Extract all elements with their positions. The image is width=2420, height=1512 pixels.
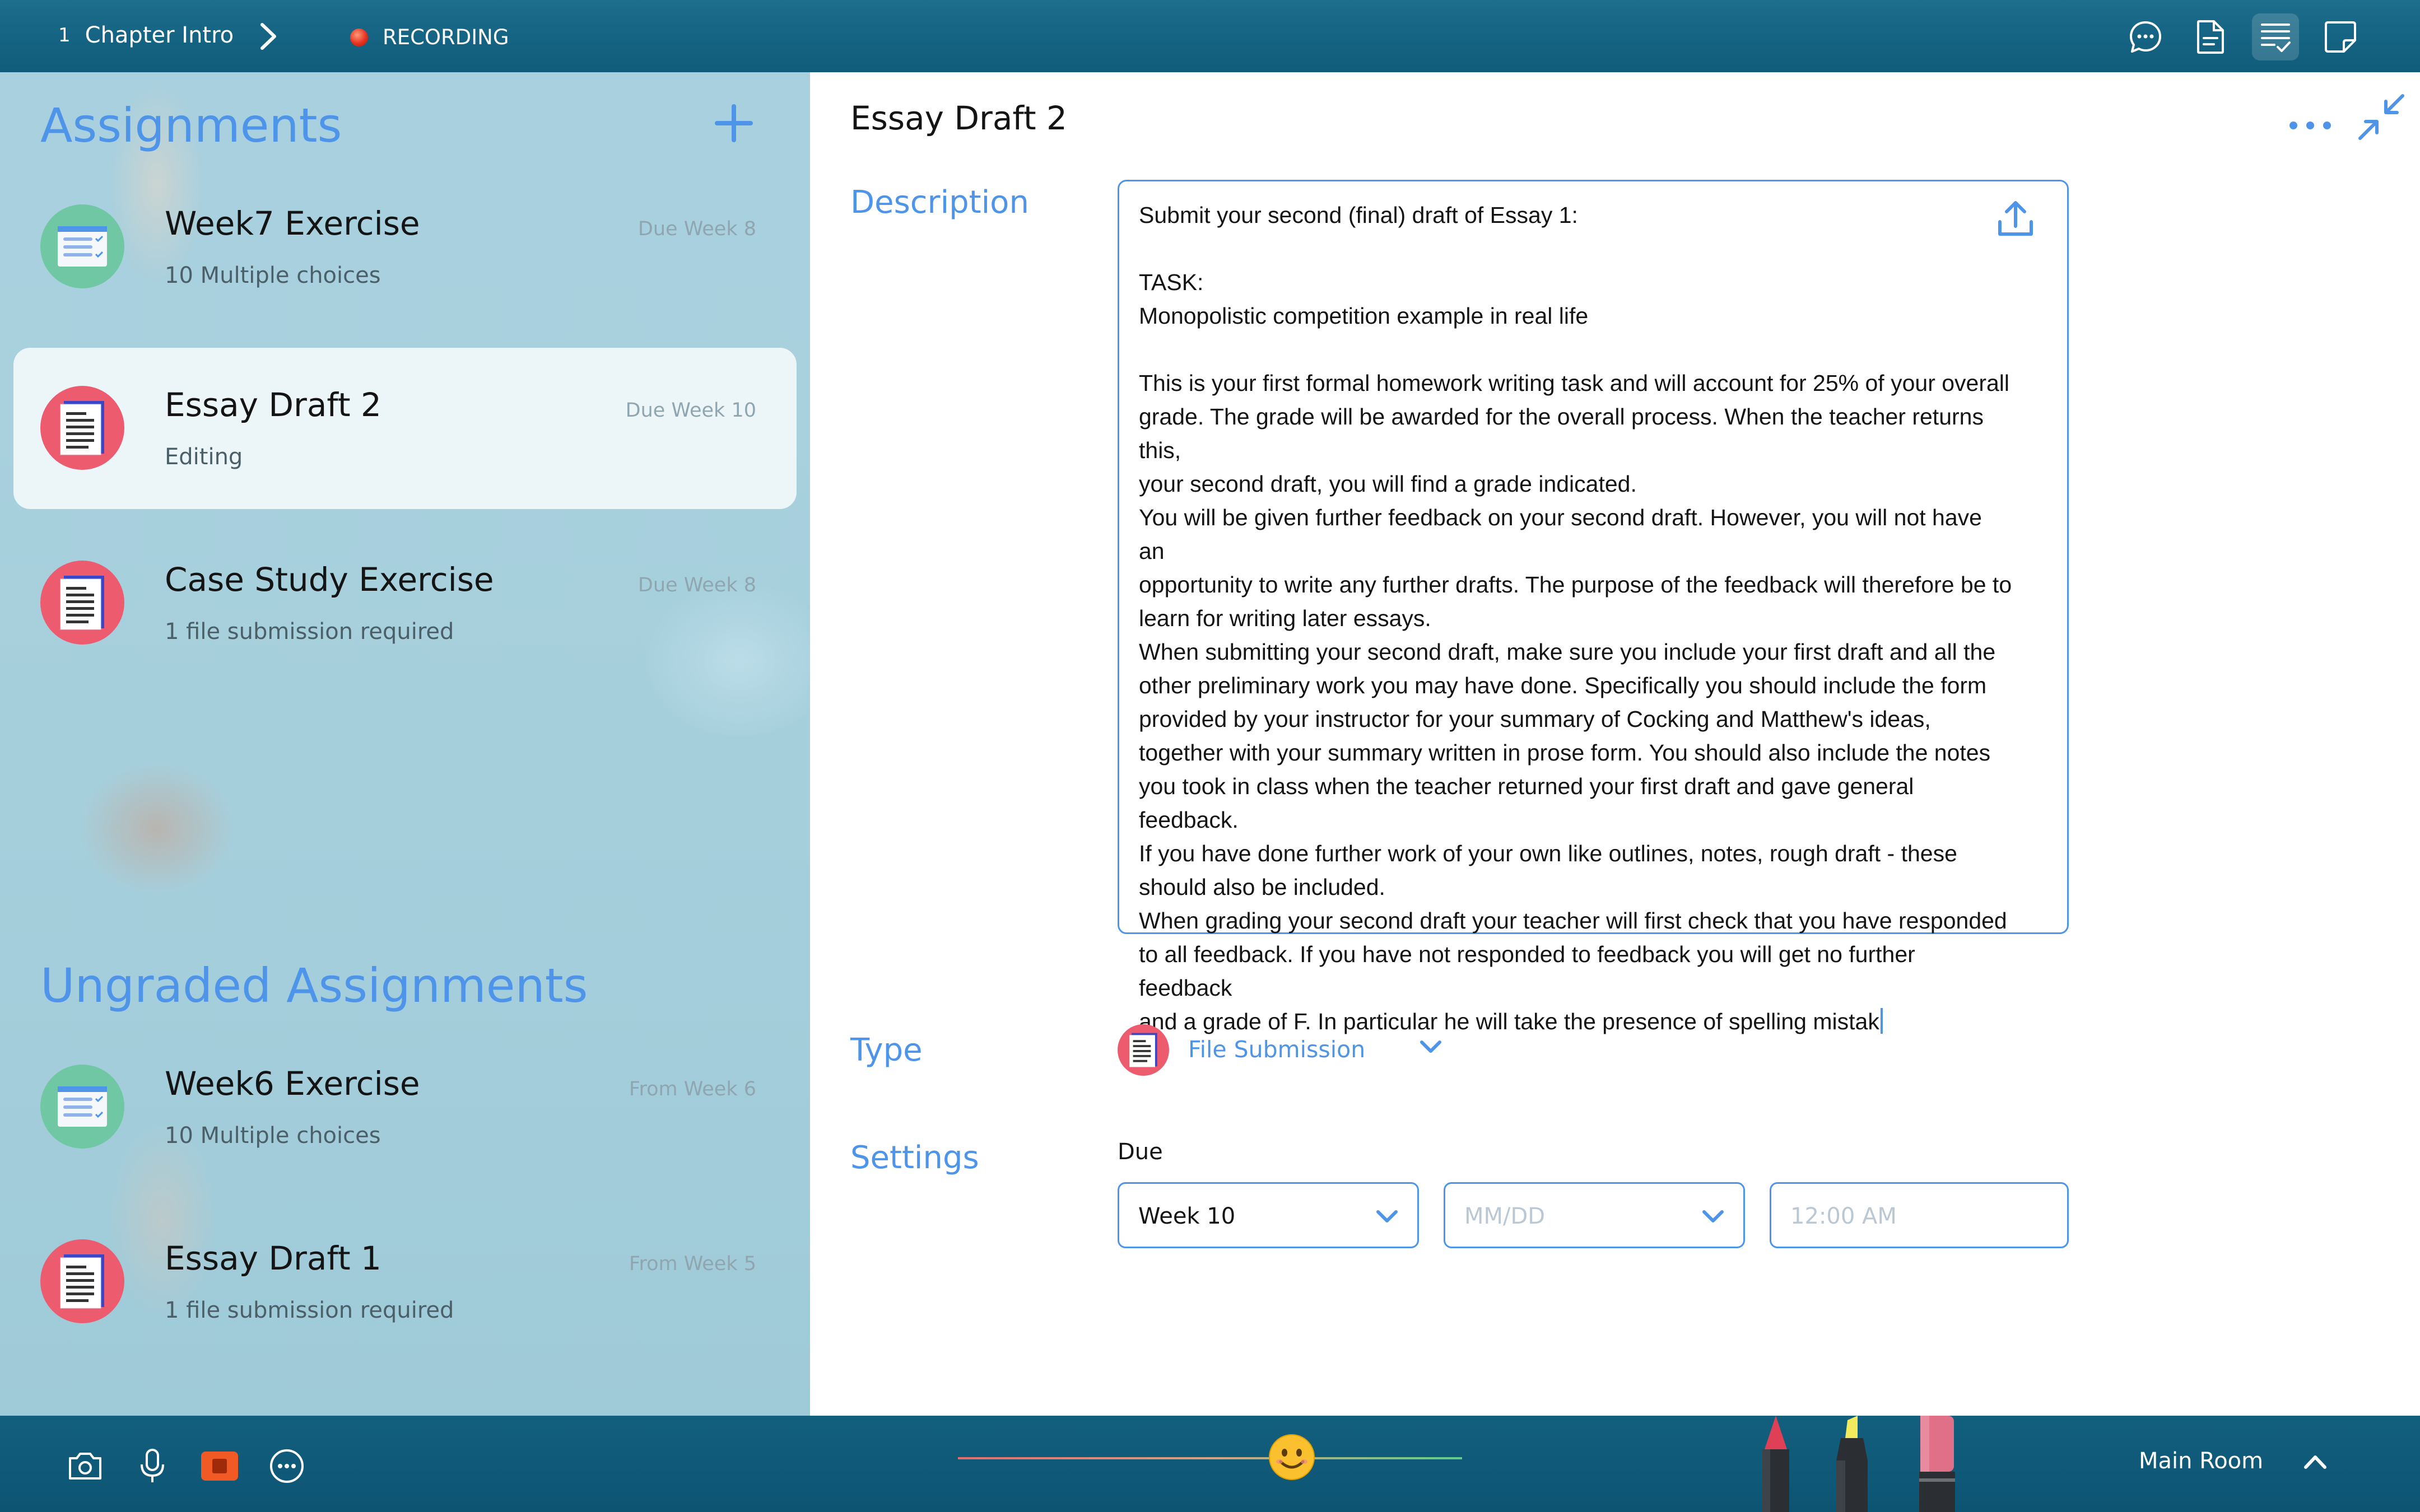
- assignment-title: Essay Draft 2: [165, 386, 381, 424]
- assignment-due: Due Week 8: [637, 574, 756, 596]
- description-textarea[interactable]: Submit your second (final) draft of Essa…: [1118, 180, 2069, 1034]
- assignment-due: Due Week 10: [625, 399, 756, 422]
- quiz-icon: [40, 1065, 124, 1149]
- page-title: Essay Draft 2: [850, 99, 1067, 137]
- drawing-tools: [1762, 1416, 1955, 1512]
- chapter-breadcrumb[interactable]: 1 Chapter Intro: [58, 22, 234, 48]
- text-cursor: [1880, 1008, 1883, 1034]
- file-icon: [40, 386, 124, 470]
- assignments-sidebar: Assignments Week7 Exercise 10 Multiple c…: [0, 72, 810, 1416]
- due-date-placeholder: MM/DD: [1464, 1203, 1546, 1229]
- recording-dot-icon: [350, 28, 368, 46]
- due-time-placeholder: 12:00 AM: [1790, 1203, 1897, 1229]
- assignment-title: Case Study Exercise: [165, 561, 494, 599]
- chapter-title: Chapter Intro: [85, 22, 234, 48]
- settings-label: Settings: [850, 1140, 979, 1176]
- file-icon: [40, 1239, 124, 1323]
- record-stop-icon[interactable]: [199, 1446, 240, 1486]
- due-label: Due: [1118, 1139, 1163, 1165]
- top-bar: 1 Chapter Intro RECORDING: [0, 0, 2420, 72]
- assignment-item[interactable]: Case Study Exercise 1 file submission re…: [13, 522, 797, 684]
- assignment-subtitle: Editing: [165, 444, 243, 470]
- camera-icon[interactable]: [65, 1446, 105, 1486]
- microphone-icon[interactable]: [132, 1446, 173, 1486]
- quiz-icon: [40, 204, 124, 288]
- add-assignment-button[interactable]: [711, 101, 756, 146]
- collapse-icon[interactable]: [2353, 89, 2409, 145]
- chat-icon[interactable]: [2122, 13, 2169, 60]
- due-week-value: Week 10: [1138, 1203, 1236, 1229]
- ungraded-item[interactable]: Essay Draft 1 1 file submission required…: [13, 1201, 797, 1362]
- yellow-highlighter-icon[interactable]: [1836, 1416, 1868, 1512]
- file-icon: [40, 561, 124, 645]
- type-label: Type: [850, 1032, 923, 1068]
- assignment-editor: Essay Draft 2 Description Submit your se…: [810, 72, 2420, 1416]
- chevron-down-icon: [1701, 1205, 1725, 1230]
- red-pen-icon[interactable]: [1762, 1416, 1789, 1512]
- type-select-value[interactable]: File Submission: [1188, 1036, 1365, 1063]
- pink-marker-icon[interactable]: [1919, 1416, 1955, 1512]
- assignment-title: Week7 Exercise: [165, 204, 420, 242]
- reaction-slider-track[interactable]: [958, 1457, 1462, 1459]
- assignments-heading: Assignments: [40, 98, 342, 153]
- ungraded-title: Essay Draft 1: [165, 1239, 381, 1277]
- ungraded-item[interactable]: Week6 Exercise 10 Multiple choices From …: [13, 1026, 797, 1188]
- chevron-up-icon[interactable]: [2301, 1450, 2329, 1475]
- chevron-down-icon[interactable]: [1418, 1035, 1443, 1060]
- ungraded-due: From Week 5: [629, 1253, 756, 1275]
- ungraded-subtitle: 10 Multiple choices: [165, 1123, 381, 1149]
- document-icon[interactable]: [2187, 13, 2234, 60]
- assignment-due: Due Week 8: [637, 218, 756, 240]
- smiley-icon[interactable]: [1267, 1432, 1316, 1482]
- description-content: Submit your second (final) draft of Essa…: [1139, 202, 2012, 1034]
- upload-icon[interactable]: [1993, 197, 2038, 242]
- recording-label: RECORDING: [383, 25, 509, 49]
- due-week-select[interactable]: Week 10: [1118, 1182, 1419, 1248]
- chevron-down-icon: [1375, 1205, 1399, 1230]
- bottom-bar: Main Room: [0, 1416, 2420, 1512]
- description-text[interactable]: Submit your second (final) draft of Essa…: [1139, 198, 2013, 1038]
- more-icon[interactable]: [267, 1446, 307, 1486]
- due-time-field[interactable]: 12:00 AM: [1770, 1182, 2069, 1248]
- more-options-icon[interactable]: [2283, 106, 2337, 145]
- top-toolbar: [2122, 13, 2364, 60]
- assignment-item-selected[interactable]: Essay Draft 2 Editing Due Week 10: [13, 348, 797, 509]
- description-label: Description: [850, 184, 1029, 221]
- ungraded-subtitle: 1 file submission required: [165, 1298, 454, 1323]
- recording-indicator: RECORDING: [350, 25, 509, 49]
- sticky-note-icon[interactable]: [2317, 13, 2364, 60]
- room-label[interactable]: Main Room: [2139, 1448, 2263, 1474]
- chapter-number: 1: [58, 24, 71, 46]
- assignment-item[interactable]: Week7 Exercise 10 Multiple choices Due W…: [13, 166, 797, 328]
- chevron-right-icon[interactable]: [259, 22, 278, 53]
- due-date-select[interactable]: MM/DD: [1444, 1182, 1745, 1248]
- checklist-icon[interactable]: [2252, 13, 2299, 60]
- file-icon: [1118, 1024, 1169, 1076]
- assignment-subtitle: 10 Multiple choices: [165, 263, 381, 288]
- ungraded-due: From Week 6: [629, 1078, 756, 1100]
- ungraded-heading: Ungraded Assignments: [40, 958, 588, 1013]
- ungraded-title: Week6 Exercise: [165, 1065, 420, 1103]
- assignment-subtitle: 1 file submission required: [165, 619, 454, 645]
